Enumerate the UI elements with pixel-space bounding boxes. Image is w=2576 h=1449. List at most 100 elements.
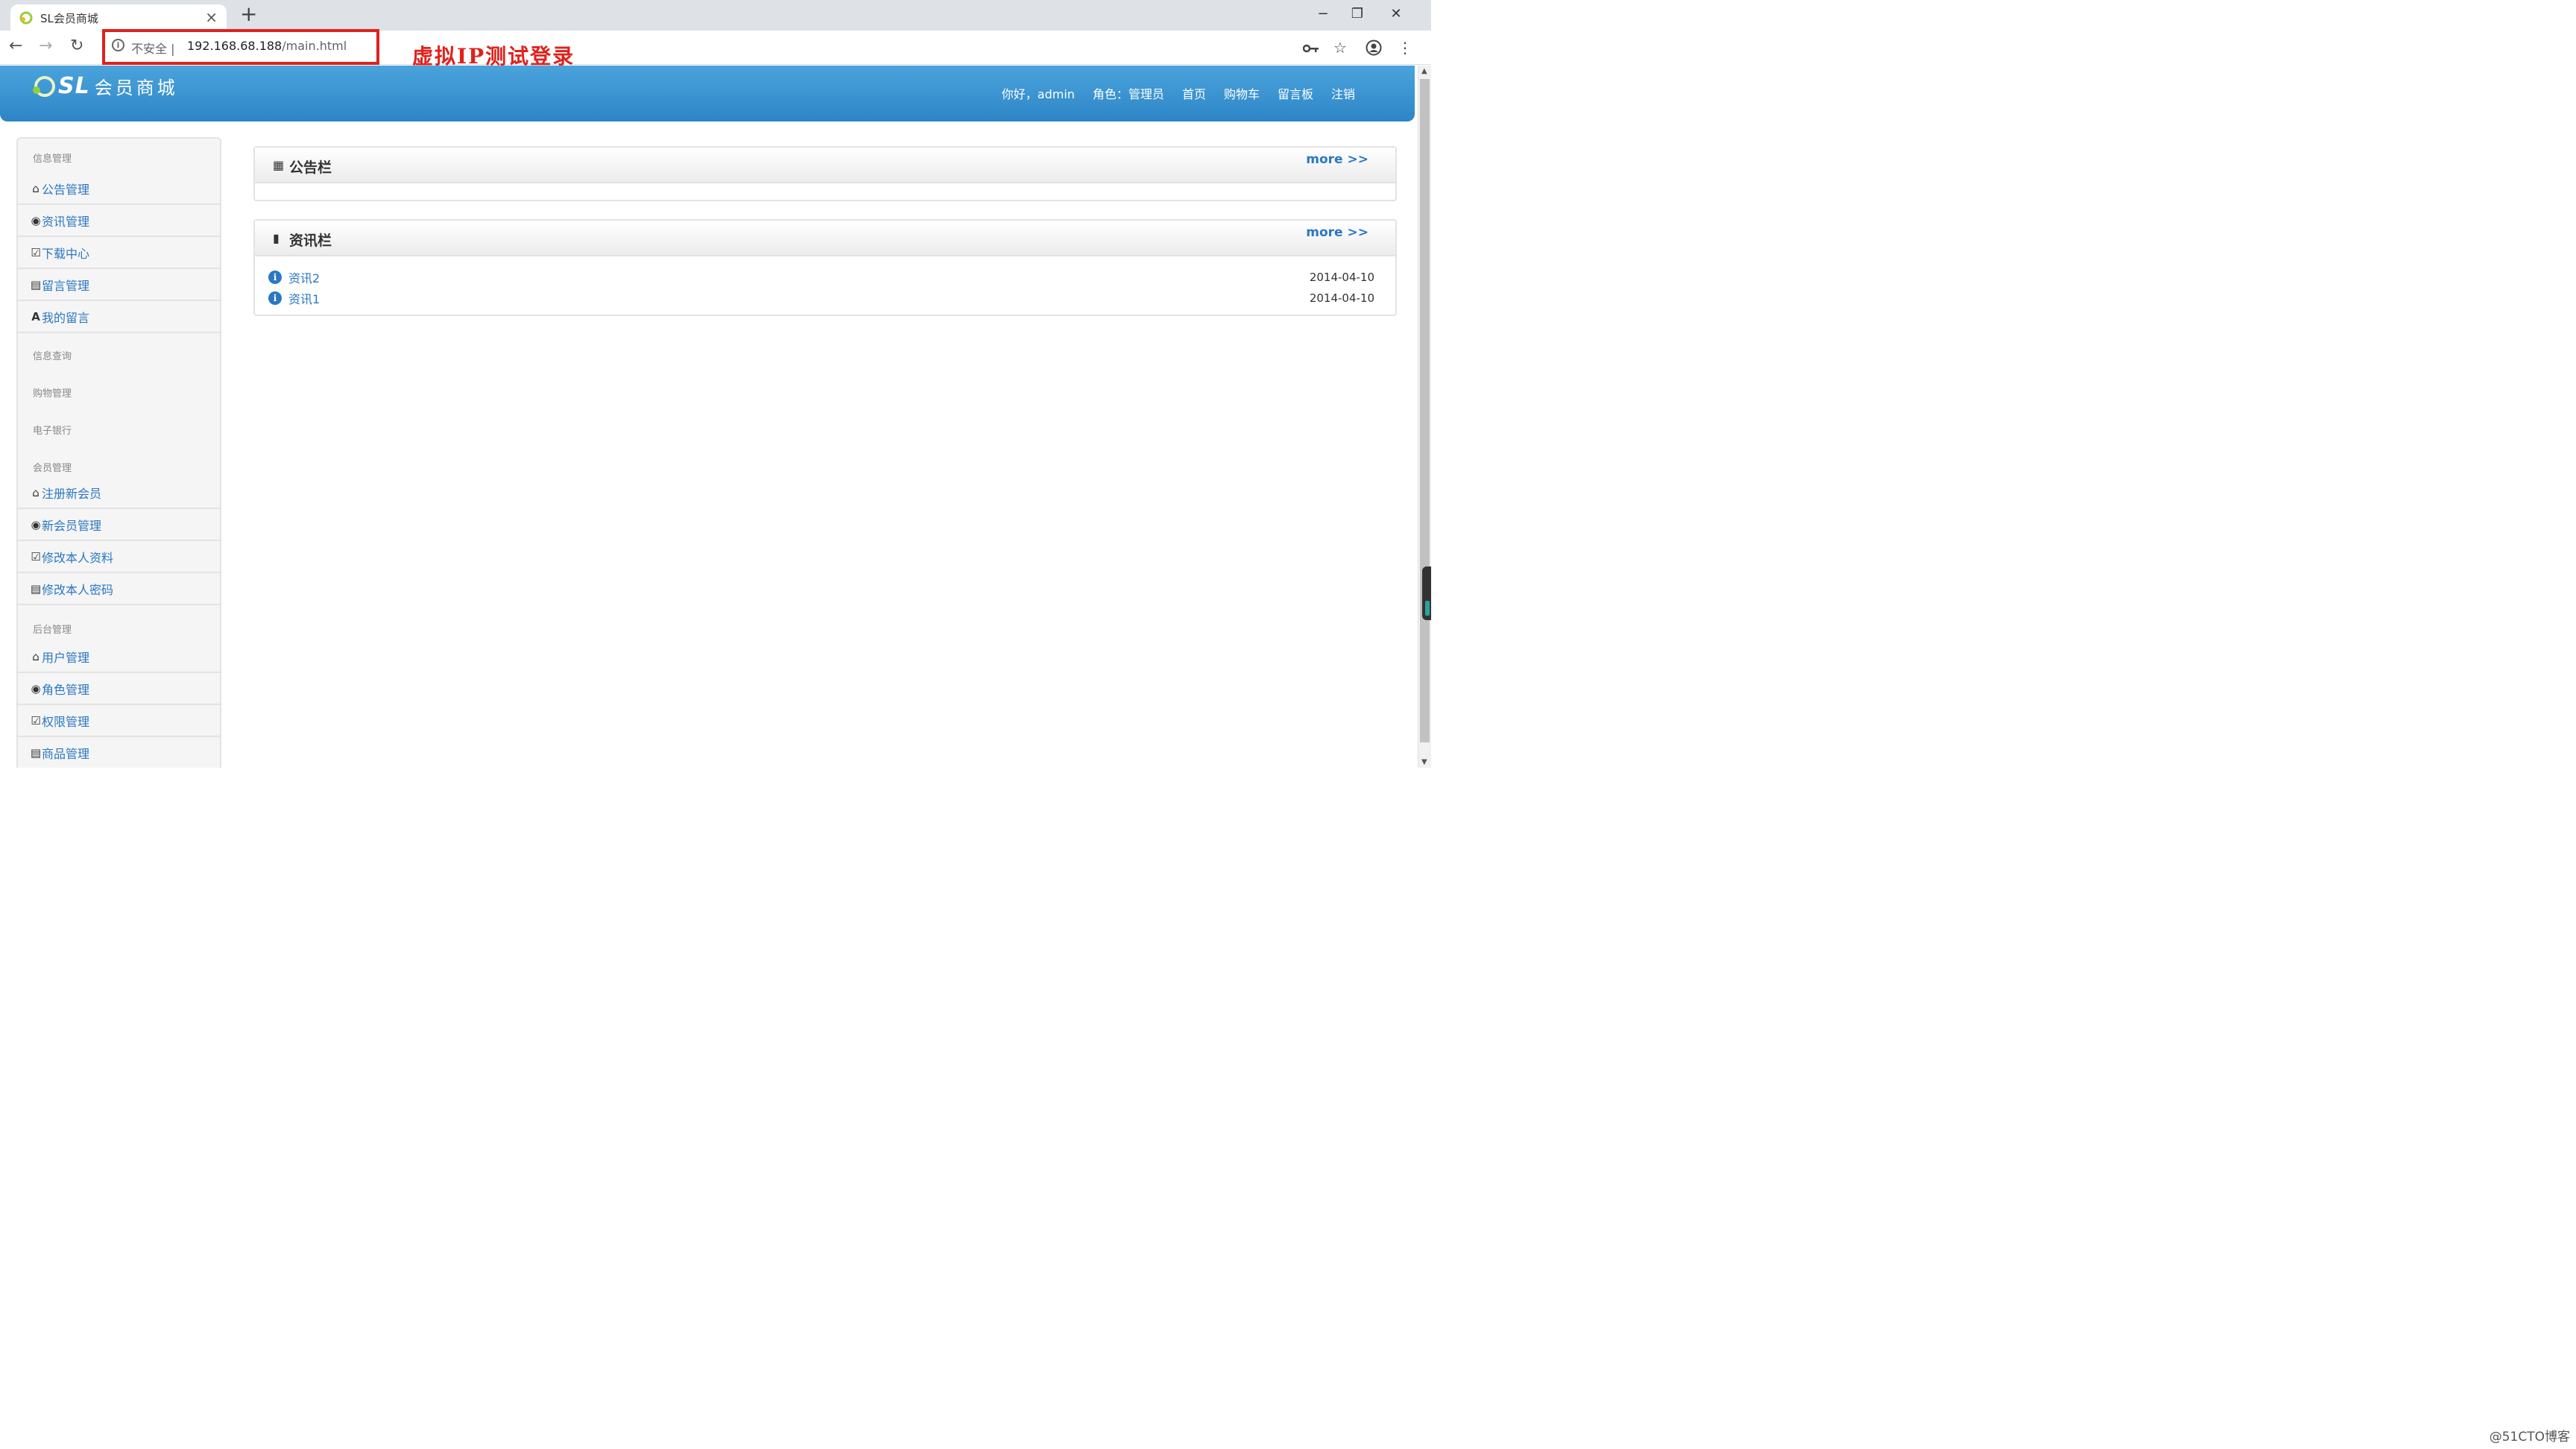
nav-logout-link[interactable]: 注销 <box>1331 84 1355 102</box>
nav-cart-link[interactable]: 购物车 <box>1224 84 1260 102</box>
url-host: 192.168.68.188 <box>187 39 282 53</box>
site-header: SL 会员商城 你好，admin 角色：管理员 首页 购物车 留言板 注销 <box>0 66 1415 121</box>
scroll-up-icon[interactable]: ▲ <box>1421 67 1427 75</box>
news-list: i 资讯2 2014-04-10 i 资讯1 2014-04-10 <box>255 256 1395 309</box>
nav-home-link[interactable]: 首页 <box>1182 84 1206 102</box>
notice-panel-header: ▦ 公告栏 more >> <box>255 148 1395 183</box>
notice-panel-title: 公告栏 <box>289 160 332 176</box>
close-window-button[interactable]: ✕ <box>1379 0 1413 30</box>
minimize-button[interactable]: − <box>1306 0 1340 30</box>
edit-icon: ☑ <box>31 713 41 727</box>
info-icon[interactable]: i <box>112 39 124 51</box>
sidebar-item-label: 修改本人密码 <box>42 582 114 597</box>
sidebar-item-register-member[interactable]: ⌂ 注册新会员 <box>18 477 220 509</box>
eye-icon: ◉ <box>31 517 41 531</box>
notice-panel: ▦ 公告栏 more >> <box>253 146 1397 201</box>
info-icon: i <box>268 271 282 284</box>
sidebar-item-message-mgmt[interactable]: ▤ 留言管理 <box>18 269 220 301</box>
site-logo[interactable]: SL 会员商城 <box>33 73 178 99</box>
url-path: /main.html <box>282 39 347 53</box>
news-title-link[interactable]: 资讯2 <box>288 268 1310 286</box>
edit-icon: ☑ <box>31 245 41 259</box>
list-icon: ▤ <box>30 745 42 760</box>
sidebar: 信息管理 ⌂ 公告管理 ◉ 资讯管理 ☑ 下载中心 ▤ 留言管理 A 我的留言 … <box>16 137 221 768</box>
browser-window: SL会员商城 × + − ❐ ✕ ← → ↻ i 不安全 | 192.168.6… <box>0 0 1431 768</box>
home-icon: ⌂ <box>32 181 40 195</box>
side-panel-handle[interactable] <box>1422 566 1431 620</box>
sidebar-item-label: 下载中心 <box>42 246 90 261</box>
edit-icon: ☑ <box>31 549 41 564</box>
sidebar-group-admin-mgmt[interactable]: 后台管理 <box>18 605 220 641</box>
sidebar-item-label: 资讯管理 <box>42 214 90 229</box>
address-bar[interactable]: i 不安全 | 192.168.68.188/main.html <box>102 29 379 65</box>
page-scrollbar[interactable]: ▲ ▼ <box>1418 66 1431 768</box>
list-item[interactable]: i 资讯2 2014-04-10 <box>268 267 1374 288</box>
sidebar-item-label: 我的留言 <box>42 310 90 325</box>
sidebar-item-notice-mgmt[interactable]: ⌂ 公告管理 <box>18 173 220 205</box>
top-nav: 你好，admin 角色：管理员 首页 购物车 留言板 注销 <box>1002 84 1355 102</box>
page-viewport: SL 会员商城 你好，admin 角色：管理员 首页 购物车 留言板 注销 信息… <box>0 66 1418 768</box>
new-tab-button[interactable]: + <box>240 1 257 26</box>
browser-menu-icon[interactable]: ⋮ <box>1398 39 1412 57</box>
tab-strip: SL会员商城 × + − ❐ ✕ <box>0 0 1431 31</box>
sidebar-group-info-mgmt[interactable]: 信息管理 <box>18 139 220 173</box>
sidebar-item-product-mgmt[interactable]: ▤ 商品管理 <box>18 737 220 768</box>
logo-mark-icon <box>33 75 55 97</box>
sidebar-item-permission-mgmt[interactable]: ☑ 权限管理 <box>18 705 220 737</box>
url-text: 192.168.68.188/main.html <box>187 39 347 53</box>
sidebar-group-ebank[interactable]: 电子银行 <box>18 408 220 445</box>
sidebar-item-new-member-mgmt[interactable]: ◉ 新会员管理 <box>18 509 220 541</box>
news-more-link[interactable]: more >> <box>1306 225 1368 240</box>
sidebar-group-shopping-mgmt[interactable]: 购物管理 <box>18 370 220 408</box>
reload-button[interactable]: ↻ <box>70 37 83 55</box>
watermark-text: @51CTO博客 <box>2489 1430 2570 1445</box>
security-label: 不安全 | <box>131 42 175 56</box>
sidebar-item-download-center[interactable]: ☑ 下载中心 <box>18 237 220 269</box>
news-panel: ▮ 资讯栏 more >> i 资讯2 2014-04-10 i 资讯1 201… <box>253 219 1397 316</box>
back-button[interactable]: ← <box>9 37 22 55</box>
scrollbar-thumb[interactable] <box>1420 79 1430 742</box>
sidebar-item-my-messages[interactable]: A 我的留言 <box>18 301 220 333</box>
sidebar-group-info-query[interactable]: 信息查询 <box>18 333 220 370</box>
eye-icon: ◉ <box>31 213 41 227</box>
font-icon: A <box>31 309 40 323</box>
list-item[interactable]: i 资讯1 2014-04-10 <box>268 288 1374 309</box>
sidebar-item-label: 新会员管理 <box>42 518 102 533</box>
favicon-icon <box>19 11 33 25</box>
browser-tab[interactable]: SL会员商城 × <box>10 4 227 31</box>
sidebar-item-change-password[interactable]: ▤ 修改本人密码 <box>18 573 220 605</box>
sidebar-item-edit-profile[interactable]: ☑ 修改本人资料 <box>18 541 220 573</box>
tab-close-icon[interactable]: × <box>205 8 218 26</box>
forward-button[interactable]: → <box>39 37 52 55</box>
list-icon: ▤ <box>30 581 42 596</box>
greeting-text: 你好，admin <box>1001 87 1075 101</box>
sidebar-item-label: 修改本人资料 <box>42 550 114 565</box>
notice-more-link[interactable]: more >> <box>1306 152 1368 167</box>
sidebar-item-role-mgmt[interactable]: ◉ 角色管理 <box>18 673 220 705</box>
sidebar-item-label: 角色管理 <box>42 682 90 697</box>
sidebar-group-member-mgmt[interactable]: 会员管理 <box>18 445 220 477</box>
bookmark-star-icon[interactable]: ☆ <box>1333 39 1347 57</box>
scroll-down-icon[interactable]: ▼ <box>1421 758 1427 766</box>
news-date: 2014-04-10 <box>1309 271 1374 284</box>
sidebar-item-label: 商品管理 <box>42 746 90 761</box>
tab-title: SL会员商城 <box>40 12 98 25</box>
sidebar-item-label: 留言管理 <box>42 278 90 293</box>
sidebar-item-user-mgmt[interactable]: ⌂ 用户管理 <box>18 641 220 673</box>
info-icon: i <box>268 291 282 305</box>
restore-button[interactable]: ❐ <box>1340 0 1374 30</box>
news-panel-header: ▮ 资讯栏 more >> <box>255 221 1395 256</box>
grid-icon: ▦ <box>273 158 285 172</box>
role-text: 角色：管理员 <box>1092 87 1164 101</box>
file-icon: ▮ <box>273 231 280 245</box>
key-icon[interactable] <box>1303 43 1319 54</box>
sidebar-item-label: 注册新会员 <box>42 486 102 501</box>
news-title-link[interactable]: 资讯1 <box>288 289 1310 307</box>
list-icon: ▤ <box>30 277 42 291</box>
sidebar-item-news-mgmt[interactable]: ◉ 资讯管理 <box>18 205 220 237</box>
eye-icon: ◉ <box>31 681 41 695</box>
home-icon: ⌂ <box>32 649 40 663</box>
home-icon: ⌂ <box>32 485 40 499</box>
nav-guestbook-link[interactable]: 留言板 <box>1278 84 1313 102</box>
account-icon[interactable] <box>1366 40 1382 56</box>
